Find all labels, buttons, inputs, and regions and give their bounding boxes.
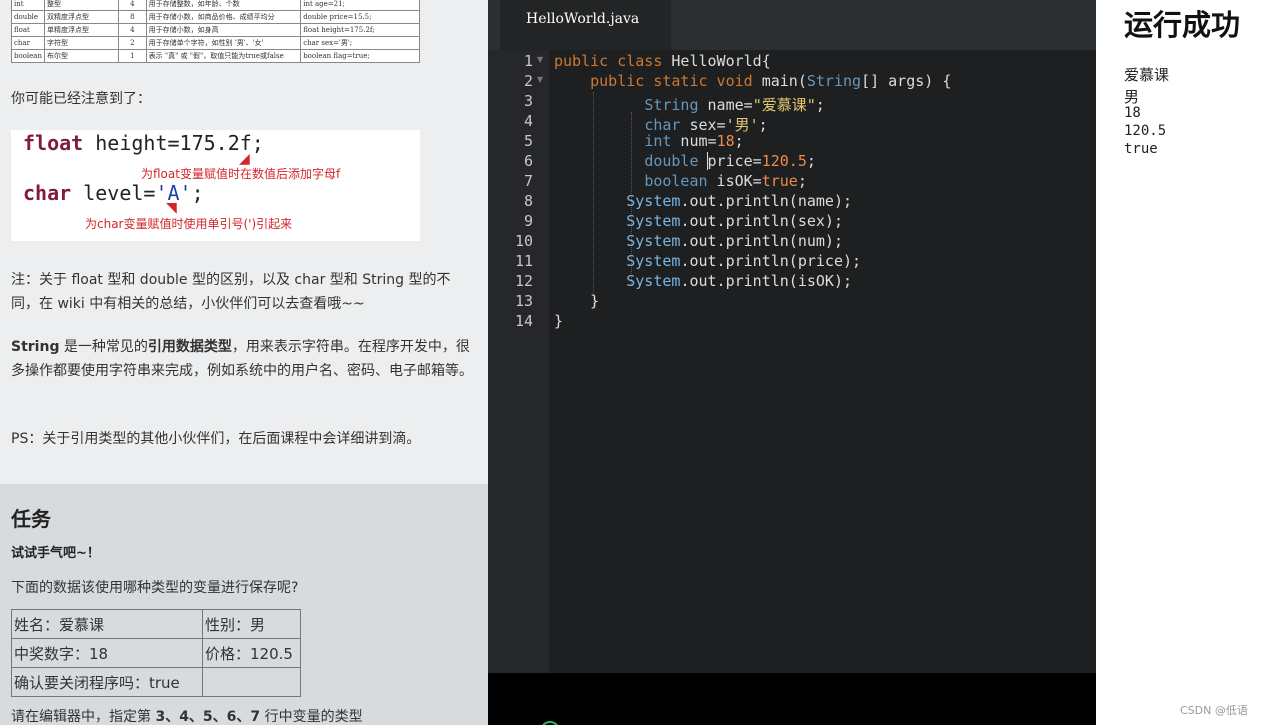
type-table-cell: 用于存储单个字符，如性别 '男'、'女' [145, 36, 302, 50]
code-line-8: System.out.println(name); [626, 192, 853, 210]
type-table-row: char 字符型 2 用于存储单个字符，如性别 '男'、'女' char sex='男'… [11, 36, 420, 50]
type-table-cell: float [11, 23, 45, 37]
editor-tab-bar: HelloWorld.java [488, 0, 1096, 50]
task-table-row: 中奖数字：18 价格：120.5 [11, 638, 301, 668]
code-line-10: System.out.println(num); [626, 232, 843, 250]
task-instruction: 请在编辑器中，指定第 3、4、5、6、7 行中变量的类型 [11, 709, 363, 725]
type-table-cell: char [11, 36, 45, 50]
type-table-cell: 8 [118, 10, 147, 24]
type-table-cell: 1 [118, 49, 147, 63]
type-table-cell: int [11, 0, 45, 11]
tab-helloworld-java[interactable]: HelloWorld.java [500, 0, 671, 50]
task-table-cell [202, 667, 301, 697]
output-line: 18 [1124, 105, 1141, 121]
data-type-table: int 整型 4 用于存储整数，如年龄、个数 int age=21; double 双精度浮… [11, 0, 420, 63]
line-number: 2 [523, 72, 533, 90]
line-number: 5 [523, 132, 533, 150]
output-line: 爱慕课 [1124, 66, 1170, 84]
snippet-note-char: 为char变量赋值时使用单引号(')引起来 [85, 217, 293, 231]
task-table-cell: 性别：男 [202, 609, 301, 639]
type-table-cell: 字符型 [43, 36, 120, 50]
type-table-cell: 4 [118, 23, 147, 37]
fold-arrow-icon[interactable]: ▼ [537, 55, 543, 64]
type-table-row: boolean 布尔型 1 表示 "真" 或 "假"，取值只能为true或false b… [11, 49, 420, 63]
note-paragraph: 注：关于 float 型和 double 型的区别，以及 char 型和 Str… [11, 272, 451, 312]
type-table-cell: boolean flag=true; [300, 49, 420, 63]
type-table-cell: double price=15.5; [300, 10, 420, 24]
task-table-cell: 中奖数字：18 [11, 638, 203, 668]
run-icon[interactable] [540, 721, 560, 725]
task-table-cell: 确认要关闭程序吗：true [11, 667, 203, 697]
code-snippet-image: float height=175.2f; ◢ 为float变量赋值时在数值后添加… [11, 130, 420, 241]
type-table-cell: double [11, 10, 45, 24]
type-table-cell: 用于存储小数，如身高 [145, 23, 302, 37]
line-number: 13 [514, 292, 533, 310]
type-table-cell: boolean [11, 49, 45, 63]
type-table-row: float 单精度浮点型 4 用于存储小数，如身高 float height=175.2… [11, 23, 420, 37]
task-subtitle: 试试手气吧~！ [11, 546, 100, 561]
code-line-5: int num=18; [644, 132, 744, 150]
line-number: 14 [514, 312, 533, 330]
task-table-cell: 价格：120.5 [202, 638, 301, 668]
line-number: 7 [523, 172, 533, 190]
type-table-cell: 整型 [43, 0, 120, 11]
type-table-cell: 2 [118, 36, 147, 50]
line-number: 6 [523, 152, 533, 170]
task-table-row: 姓名：爱慕课 性别：男 [11, 609, 301, 639]
ps-paragraph: PS：关于引用类型的其他小伙伴们，在后面课程中会详细讲到滴。 [11, 431, 421, 447]
type-table-cell: 单精度浮点型 [43, 23, 120, 37]
output-line: 120.5 [1124, 123, 1167, 139]
code-line-14: } [554, 312, 564, 330]
snippet-line-float: float height=175.2f; [23, 131, 264, 155]
task-question: 下面的数据该使用哪种类型的变量进行保存呢? [11, 580, 299, 596]
code-line-1: public class HelloWorld{ [554, 52, 771, 70]
arrow-icon: ◥ [166, 200, 177, 216]
output-line: 男 [1124, 88, 1140, 106]
line-number: 10 [514, 232, 533, 250]
task-data-table: 姓名：爱慕课 性别：男 中奖数字：18 价格：120.5 确认要关闭程序吗：true [11, 609, 301, 697]
output-line: true [1124, 141, 1158, 157]
type-table-row: int 整型 4 用于存储整数，如年龄、个数 int age=21; [11, 0, 420, 11]
type-table-cell: 用于存储小数，如商品价格、成绩平均分 [145, 10, 302, 24]
type-table-cell: 表示 "真" 或 "假"，取值只能为true或false [145, 49, 302, 63]
code-line-3: String name="爱慕课"; [644, 96, 825, 114]
type-table-cell: int age=21; [300, 0, 420, 11]
task-table-row: 确认要关闭程序吗：true [11, 667, 301, 697]
console-bar [488, 673, 1096, 725]
type-table-row: double 双精度浮点型 8 用于存储小数，如商品价格、成绩平均分 double pr… [11, 10, 420, 24]
type-table-cell: 用于存储整数，如年龄、个数 [145, 0, 302, 11]
line-number: 11 [514, 252, 533, 270]
code-line-13: } [554, 292, 600, 310]
text-cursor [707, 152, 708, 170]
line-number: 4 [523, 112, 533, 130]
line-number: 3 [523, 92, 533, 110]
type-table-cell: float height=175.2f; [300, 23, 420, 37]
type-table-cell: 布尔型 [43, 49, 120, 63]
app-root: int 整型 4 用于存储整数，如年龄、个数 int age=21; double 双精度浮… [0, 0, 1271, 725]
task-table-cell: 姓名：爱慕课 [11, 609, 203, 639]
fold-arrow-icon[interactable]: ▼ [537, 75, 543, 84]
code-line-7: boolean isOK=true; [644, 172, 807, 190]
code-line-6: double price=120.5; [644, 152, 816, 170]
watermark: CSDN @低语 [1180, 704, 1248, 717]
string-paragraph: String 是一种常见的引用数据类型，用来表示字符串。在程序开发中，很多操作都… [11, 339, 473, 379]
task-title: 任务 [11, 507, 51, 531]
code-editor: HelloWorld.java 1 2 3 4 5 6 7 8 9 10 11 12 13 14 ▼ ▼ … [488, 0, 1096, 725]
snippet-note-float: 为float变量赋值时在数值后添加字母f [141, 167, 341, 181]
notice-text: 你可能已经注意到了： [11, 91, 151, 107]
code-line-12: System.out.println(isOK); [626, 272, 853, 290]
line-number: 9 [523, 212, 533, 230]
line-number: 8 [523, 192, 533, 210]
code-line-2: public static void main(String[] args) { [590, 72, 952, 90]
task-section: 任务 试试手气吧~！ 下面的数据该使用哪种类型的变量进行保存呢? 姓名：爱慕课性… [0, 484, 488, 725]
code-line-11: System.out.println(price); [626, 252, 862, 270]
line-number: 12 [514, 272, 533, 290]
lesson-panel: int 整型 4 用于存储整数，如年龄、个数 int age=21; double 双精度浮… [0, 0, 488, 725]
type-table-cell: 双精度浮点型 [43, 10, 120, 24]
type-table-cell: char sex='男'; [300, 36, 420, 50]
type-table-cell: 4 [118, 0, 147, 11]
line-number: 1 [523, 52, 533, 70]
output-title: 运行成功 [1124, 8, 1241, 42]
code-line-9: System.out.println(sex); [626, 212, 843, 230]
